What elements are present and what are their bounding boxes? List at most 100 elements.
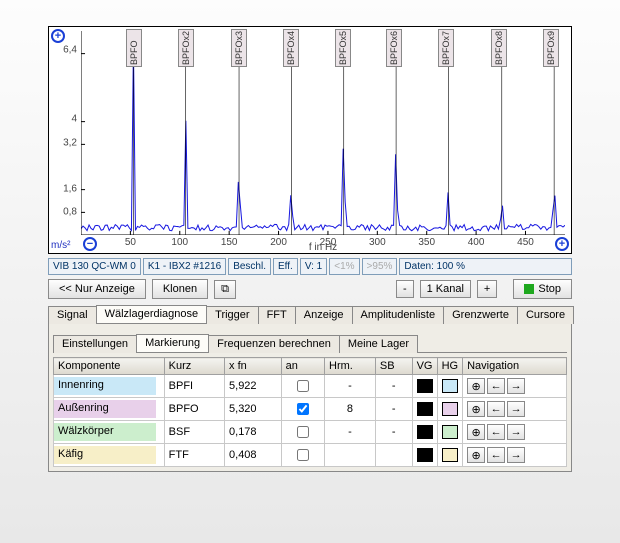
subtab-einstellungen[interactable]: Einstellungen (53, 335, 137, 353)
harmonic-marker: BPFOx9 (543, 29, 559, 67)
cell-kurz: FTF (164, 444, 224, 467)
display-only-button[interactable]: << Nur Anzeige (48, 279, 146, 299)
y-tick: 4 (71, 114, 77, 125)
y-tick: 6,4 (63, 45, 77, 56)
bearing-table: KomponenteKurzx fnanHrm.SBVGHGNavigation… (53, 357, 567, 467)
x-tick: 350 (418, 237, 435, 248)
cell-nav[interactable]: ⊕←→ (463, 375, 567, 398)
status-value: Eff. (273, 258, 298, 275)
cell-hg[interactable] (437, 421, 463, 444)
tab-grenzwerte[interactable]: Grenzwerte (443, 306, 518, 324)
cell-an[interactable] (281, 375, 324, 398)
tab-cursore[interactable]: Cursore (517, 306, 574, 324)
table-row[interactable]: InnenringBPFI5,922--⊕←→ (54, 375, 567, 398)
subtab-frequenzen-berechnen[interactable]: Frequenzen berechnen (208, 335, 340, 353)
harmonic-marker: BPFOx3 (231, 29, 247, 67)
table-row[interactable]: AußenringBPFO5,3208-⊕←→ (54, 398, 567, 421)
cell-nav[interactable]: ⊕←→ (463, 444, 567, 467)
an-checkbox[interactable] (297, 449, 309, 461)
an-checkbox[interactable] (297, 426, 309, 438)
cell-hg[interactable] (437, 444, 463, 467)
tab-trigger[interactable]: Trigger (206, 306, 258, 324)
cell-vg[interactable] (412, 398, 437, 421)
subtab-markierung[interactable]: Markierung (136, 334, 209, 352)
status-bar: VIB 130 QC-WM 0 K1 - IBX2 #1216 Beschl. … (48, 258, 572, 275)
cell-hrm: 8 (325, 398, 376, 421)
nav-globe-button[interactable]: ⊕ (467, 424, 485, 440)
table-row[interactable]: KäfigFTF0,408⊕←→ (54, 444, 567, 467)
channel-count: 1 Kanal (420, 280, 471, 298)
cell-kurz: BSF (164, 421, 224, 444)
nav-right-button[interactable]: → (507, 424, 525, 440)
channel-minus-button[interactable]: - (396, 280, 414, 298)
x-tick: 100 (171, 237, 188, 248)
cell-hrm (325, 444, 376, 467)
clone-button[interactable]: Klonen (152, 279, 208, 299)
x-axis: f in Hz 50100150200250300350400450 (81, 237, 565, 251)
tab-w-lzlagerdiagnose[interactable]: Wälzlagerdiagnose (96, 305, 208, 323)
cell-nav[interactable]: ⊕←→ (463, 421, 567, 444)
harmonic-marker: BPFOx6 (386, 29, 402, 67)
tab-anzeige[interactable]: Anzeige (295, 306, 353, 324)
cell-an[interactable] (281, 421, 324, 444)
y-tick: 1,6 (63, 183, 77, 194)
nav-right-button[interactable]: → (507, 378, 525, 394)
harmonic-marker: BPFOx4 (283, 29, 299, 67)
cell-hrm: - (325, 375, 376, 398)
x-tick: 150 (221, 237, 238, 248)
cell-xfn: 5,922 (225, 375, 282, 398)
channel-plus-button[interactable]: + (477, 280, 497, 298)
main-tabs: SignalWälzlagerdiagnoseTriggerFFTAnzeige… (48, 305, 572, 324)
col-an: an (281, 358, 324, 375)
table-row[interactable]: WälzkörperBSF0,178--⊕←→ (54, 421, 567, 444)
col-kurz: Kurz (164, 358, 224, 375)
status-mode: Beschl. (228, 258, 271, 275)
cell-xfn: 0,178 (225, 421, 282, 444)
y-tick: 3,2 (63, 137, 77, 148)
nav-globe-button[interactable]: ⊕ (467, 378, 485, 394)
y-axis: 0,81,63,246,4 (49, 27, 81, 235)
copy-icon: ⧉ (221, 283, 229, 296)
cell-an[interactable] (281, 398, 324, 421)
spectrum-chart: + − + m/s² 0,81,63,246,4 f in Hz 5010015… (48, 26, 572, 254)
nav-left-button[interactable]: ← (487, 447, 505, 463)
cell-sb: - (375, 421, 412, 444)
nav-right-button[interactable]: → (507, 401, 525, 417)
x-tick: 300 (369, 237, 386, 248)
cell-xfn: 5,320 (225, 398, 282, 421)
x-tick: 450 (517, 237, 534, 248)
cell-xfn: 0,408 (225, 444, 282, 467)
cell-hg[interactable] (437, 398, 463, 421)
x-tick: 250 (320, 237, 337, 248)
stop-button[interactable]: Stop (513, 279, 572, 299)
cell-vg[interactable] (412, 375, 437, 398)
nav-globe-button[interactable]: ⊕ (467, 447, 485, 463)
cell-komponente: Wälzkörper (54, 421, 165, 444)
an-checkbox[interactable] (297, 380, 309, 392)
harmonic-marker: BPFOx5 (335, 29, 351, 67)
toolbar: << Nur Anzeige Klonen ⧉ - 1 Kanal + Stop (48, 279, 572, 299)
tab-signal[interactable]: Signal (48, 306, 97, 324)
an-checkbox[interactable] (297, 403, 309, 415)
nav-left-button[interactable]: ← (487, 401, 505, 417)
copy-button[interactable]: ⧉ (214, 280, 236, 299)
cell-vg[interactable] (412, 444, 437, 467)
nav-left-button[interactable]: ← (487, 424, 505, 440)
cell-nav[interactable]: ⊕←→ (463, 398, 567, 421)
cell-hg[interactable] (437, 375, 463, 398)
x-tick: 400 (468, 237, 485, 248)
cell-sb: - (375, 375, 412, 398)
stop-label: Stop (538, 283, 561, 295)
nav-globe-button[interactable]: ⊕ (467, 401, 485, 417)
status-channel: K1 - IBX2 #1216 (143, 258, 226, 275)
cell-vg[interactable] (412, 421, 437, 444)
cell-sb: - (375, 398, 412, 421)
nav-right-button[interactable]: → (507, 447, 525, 463)
y-axis-unit: m/s² (51, 240, 70, 251)
nav-left-button[interactable]: ← (487, 378, 505, 394)
cell-an[interactable] (281, 444, 324, 467)
status-gt95: >95% (362, 258, 398, 275)
tab-amplitudenliste[interactable]: Amplitudenliste (352, 306, 445, 324)
tab-fft[interactable]: FFT (258, 306, 296, 324)
subtab-meine-lager[interactable]: Meine Lager (339, 335, 418, 353)
